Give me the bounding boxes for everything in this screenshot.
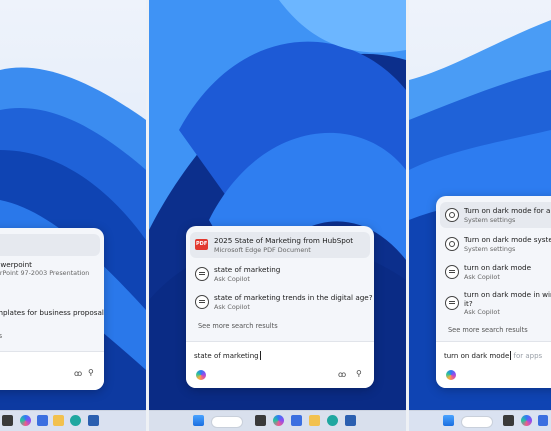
left-panel: owerpoint erPoint 97-2003 Presentation m… <box>0 0 146 431</box>
search-result[interactable]: state of marketing Ask Copilot <box>190 262 370 286</box>
search-flyout: owerpoint erPoint 97-2003 Presentation m… <box>0 228 104 390</box>
autocomplete-suggestion: for apps <box>511 352 543 360</box>
copilot-icon[interactable] <box>196 370 206 380</box>
result-title: state of marketing <box>214 265 281 274</box>
middle-panel: 2025 State of Marketing from HubSpot Mic… <box>149 0 406 431</box>
search-result[interactable]: turn on dark mode in windows. it? Ask Co… <box>440 288 551 320</box>
result-title: Turn on dark mode for apps <box>464 206 551 215</box>
search-input-bar[interactable]: turn on dark mode for apps <box>436 341 551 388</box>
search-flyout: Turn on dark mode for apps System settin… <box>436 196 551 388</box>
search-input-value: state of marketing <box>194 352 259 360</box>
task-view-icon[interactable] <box>503 415 514 426</box>
task-view-icon[interactable] <box>255 415 266 426</box>
result-title-continued: it? <box>464 299 473 308</box>
glasses-icon[interactable]: ꝏ <box>74 369 82 378</box>
search-input-value: turn on dark mode <box>444 352 510 360</box>
result-title: state of marketing trends in the digital… <box>214 293 373 302</box>
text-caret <box>259 351 261 360</box>
edge-icon[interactable] <box>70 415 81 426</box>
see-more-results-link[interactable]: See more search results <box>448 326 528 334</box>
taskbar-search-box[interactable] <box>211 416 243 428</box>
search-input-bar[interactable]: ꝏ ⚲ <box>0 351 104 390</box>
search-result[interactable]: owerpoint erPoint 97-2003 Presentation <box>0 258 100 280</box>
taskbar <box>409 410 551 431</box>
result-title: turn on dark mode <box>464 263 532 272</box>
store-icon[interactable] <box>37 415 48 426</box>
copilot-chat-icon <box>445 296 459 310</box>
copilot-icon[interactable] <box>20 415 31 426</box>
result-subtitle: Microsoft Edge PDF Document <box>214 246 311 254</box>
result-title: owerpoint <box>0 260 32 269</box>
microphone-icon[interactable]: ⚲ <box>88 368 94 377</box>
settings-icon <box>445 237 459 251</box>
taskbar <box>0 410 146 431</box>
result-subtitle: Ask Copilot <box>464 273 500 281</box>
result-subtitle: System settings <box>464 216 516 224</box>
search-input[interactable]: turn on dark mode for apps <box>444 351 542 360</box>
start-icon[interactable] <box>443 415 454 426</box>
result-title: Turn on dark mode systemwide <box>464 235 551 244</box>
result-title: mplates for business proposals <box>0 308 104 317</box>
search-result[interactable]: Turn on dark mode systemwide System sett… <box>440 232 551 256</box>
see-more-fragment[interactable]: ts <box>0 332 2 340</box>
store-icon[interactable] <box>538 415 548 426</box>
settings-icon <box>445 208 459 222</box>
copilot-chat-icon <box>195 267 209 281</box>
search-result-top[interactable]: Turn on dark mode for apps System settin… <box>440 202 551 228</box>
result-subtitle: Ask Copilot <box>214 275 250 283</box>
search-input[interactable]: state of marketing <box>194 351 261 360</box>
copilot-chat-icon <box>445 265 459 279</box>
copilot-icon[interactable] <box>273 415 284 426</box>
search-input-bar[interactable]: state of marketing ꝏ ⚲ <box>186 341 374 388</box>
glasses-icon[interactable]: ꝏ <box>338 370 346 379</box>
pdf-icon <box>195 239 208 250</box>
taskbar-search-box[interactable] <box>461 416 493 428</box>
result-subtitle: erPoint 97-2003 Presentation <box>0 269 90 277</box>
copilot-icon[interactable] <box>521 415 532 426</box>
microphone-icon[interactable]: ⚲ <box>356 369 362 378</box>
search-result[interactable] <box>0 234 100 256</box>
result-title: 2025 State of Marketing from HubSpot <box>214 236 354 245</box>
copilot-chat-icon <box>195 295 209 309</box>
store-icon[interactable] <box>291 415 302 426</box>
see-more-results-link[interactable]: See more search results <box>198 322 278 330</box>
start-icon[interactable] <box>193 415 204 426</box>
app-icon[interactable] <box>345 415 356 426</box>
search-result[interactable]: state of marketing trends in the digital… <box>190 290 373 314</box>
file-explorer-icon[interactable] <box>2 415 13 426</box>
result-subtitle: Ask Copilot <box>214 303 250 311</box>
search-result-top[interactable]: 2025 State of Marketing from HubSpot Mic… <box>190 232 370 258</box>
taskbar <box>149 410 406 431</box>
folder-icon[interactable] <box>309 415 320 426</box>
search-result[interactable]: mplates for business proposals <box>0 306 104 320</box>
folder-icon[interactable] <box>53 415 64 426</box>
search-flyout: 2025 State of Marketing from HubSpot Mic… <box>186 226 374 388</box>
result-subtitle: Ask Copilot <box>464 308 500 316</box>
right-panel: Turn on dark mode for apps System settin… <box>409 0 551 431</box>
result-subtitle: System settings <box>464 245 516 253</box>
search-result[interactable]: turn on dark mode Ask Copilot <box>440 260 551 284</box>
edge-icon[interactable] <box>327 415 338 426</box>
copilot-icon[interactable] <box>446 370 456 380</box>
app-icon[interactable] <box>88 415 99 426</box>
result-title: turn on dark mode in windows. <box>464 290 551 299</box>
